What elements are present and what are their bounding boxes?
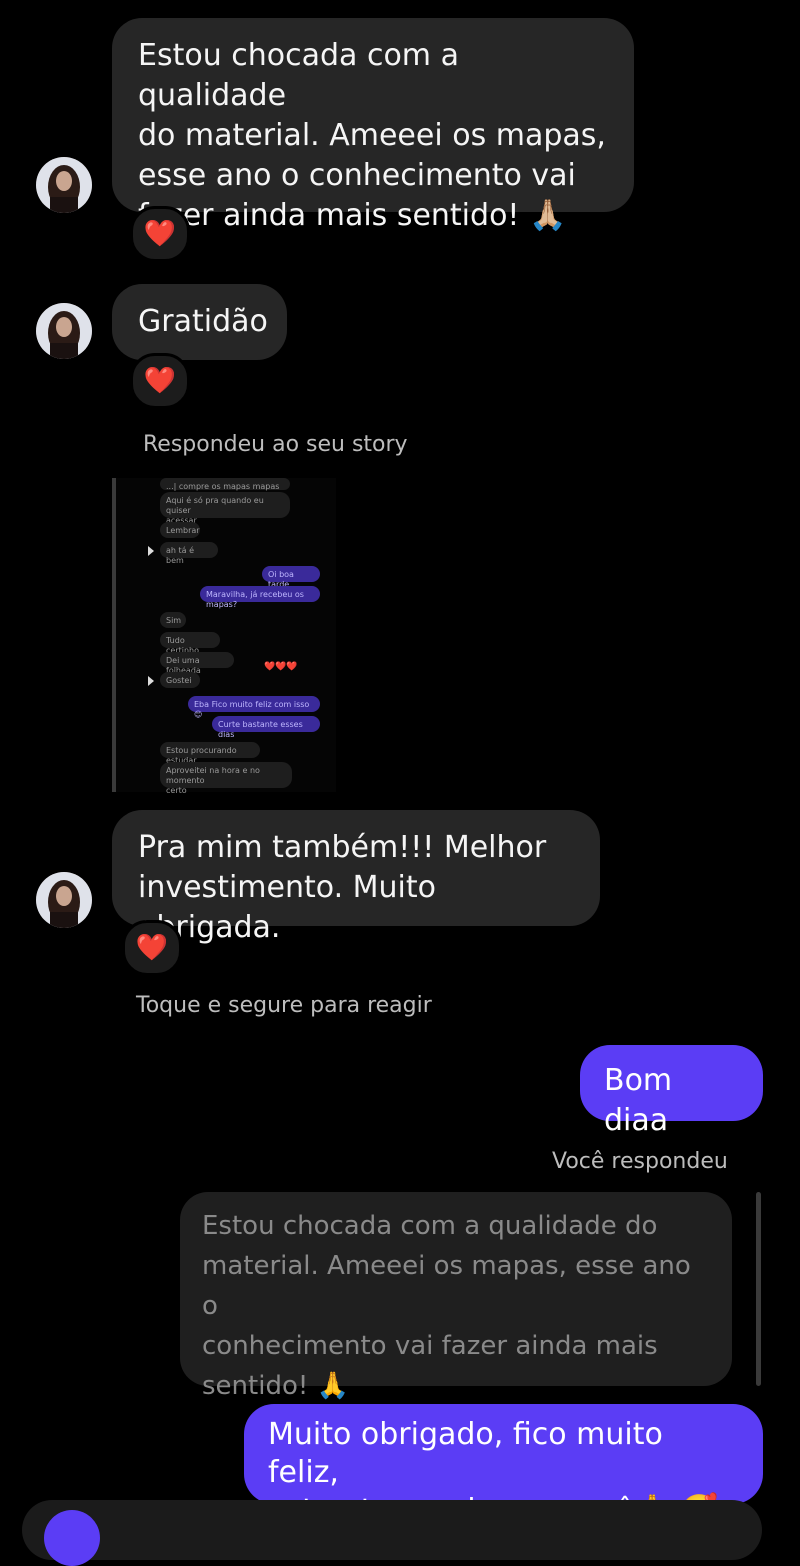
- camera-button[interactable]: [44, 1510, 100, 1566]
- contact-avatar[interactable]: [36, 303, 92, 359]
- play-icon: [148, 676, 154, 686]
- story-line: Tudo certinho: [160, 632, 220, 655]
- story-line: Lembrar: [160, 522, 200, 538]
- story-reply-label: Respondeu ao seu story: [143, 432, 408, 457]
- incoming-message-bubble[interactable]: Estou chocada com a qualidade do materia…: [112, 18, 634, 233]
- reaction-emoji: ❤️: [143, 366, 177, 396]
- story-line: ah tá é bem: [160, 542, 218, 565]
- message-composer-bar[interactable]: [22, 1500, 762, 1560]
- heart-reaction-icon[interactable]: ❤️: [130, 206, 190, 262]
- outgoing-message-bubble[interactable]: Bom diaa: [580, 1045, 763, 1138]
- play-icon: [148, 546, 154, 556]
- incoming-message-bubble[interactable]: Gratidão: [112, 284, 287, 360]
- story-preview[interactable]: ...| compre os mapas mapas Aqui é só pra…: [112, 478, 336, 795]
- contact-avatar[interactable]: [36, 157, 92, 213]
- story-line: ...| compre os mapas mapas: [160, 478, 290, 491]
- reaction-emoji: ❤️: [143, 219, 177, 249]
- story-line: Curte bastante esses dias: [212, 716, 320, 739]
- avatar-photo-icon: [36, 872, 92, 928]
- story-line: Aqui é só pra quando eu quiser acessar: [160, 492, 290, 525]
- heart-reaction-icon[interactable]: ❤️: [122, 920, 182, 976]
- story-line: Maravilha, já recebeu os mapas?: [200, 586, 320, 609]
- hold-to-react-hint: Toque e segure para reagir: [136, 993, 432, 1018]
- story-line: Dei uma folheada: [160, 652, 234, 675]
- you-replied-label: Você respondeu: [552, 1149, 728, 1174]
- story-line: Sim: [160, 612, 186, 628]
- avatar-photo-icon: [36, 157, 92, 213]
- heart-reaction-icon[interactable]: ❤️: [130, 353, 190, 409]
- story-line: Eba Fico muito feliz com isso😊: [188, 696, 320, 719]
- outgoing-message-bubble[interactable]: Muito obrigado, fico muito feliz, estou …: [244, 1404, 763, 1528]
- contact-avatar[interactable]: [36, 872, 92, 928]
- quote-divider: [756, 1192, 761, 1386]
- reaction-emoji: ❤️: [135, 933, 169, 963]
- story-line: Estou procurando estudar: [160, 742, 260, 765]
- avatar-photo-icon: [36, 303, 92, 359]
- incoming-message-bubble[interactable]: Pra mim também!!! Melhor investimento. M…: [112, 810, 600, 945]
- story-line: Gostei: [160, 672, 200, 688]
- story-line: Oi boa tarde: [262, 566, 320, 589]
- story-line: Aproveitei na hora e no momento certo: [160, 762, 292, 795]
- story-hearts: ❤️❤️❤️: [264, 662, 298, 672]
- quoted-message[interactable]: Estou chocada com a qualidade do materia…: [180, 1192, 732, 1401]
